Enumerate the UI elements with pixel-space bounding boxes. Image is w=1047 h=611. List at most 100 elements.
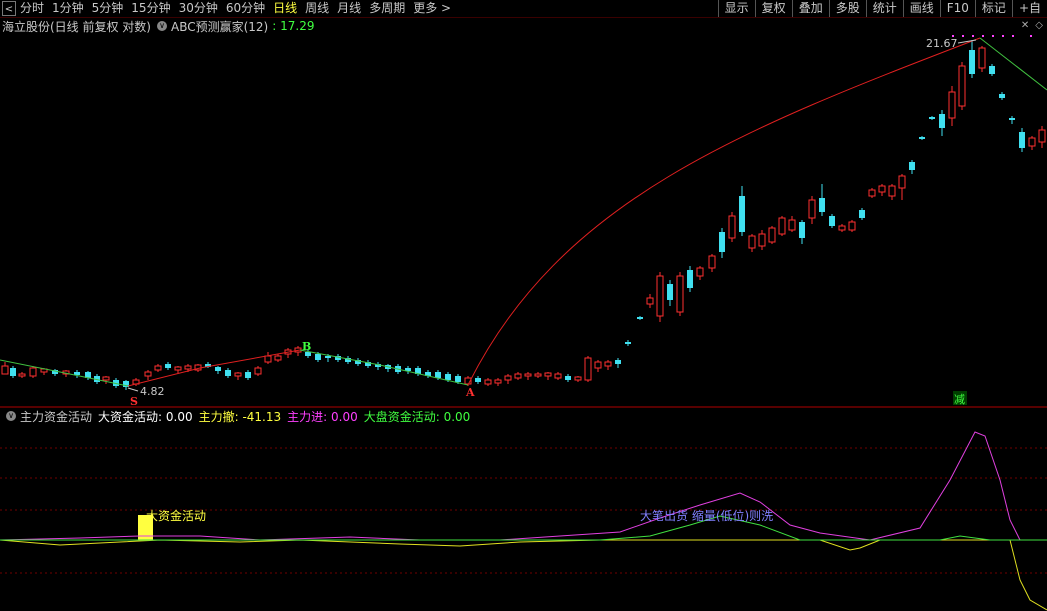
candle [739,186,745,236]
abc-curve-red [467,37,981,386]
candle [978,46,986,72]
candle [656,272,664,322]
candle [554,372,562,380]
candle [1009,116,1015,124]
candle [859,208,865,220]
candle [929,116,935,120]
candle [524,372,532,380]
sub-value-3: 大盘资金活动: 0.00 [363,409,471,424]
annotation-big-fund: 大资金活动 [146,508,206,523]
candle [514,372,522,380]
candle [808,196,816,224]
candle [10,366,16,378]
candle [939,110,945,136]
candle [18,372,26,378]
marker-s: S [130,395,138,408]
candle [788,216,796,232]
candle [898,174,906,200]
candle [274,354,282,362]
chevron-down-icon[interactable]: ∨ [6,411,16,421]
annotation-sell: 大笔出货 缩量(低位)则洗 [640,508,773,523]
low-label: 4.82 [140,385,165,398]
candle [778,216,786,236]
candle [758,230,766,250]
candle [254,366,262,376]
candle [868,188,876,198]
candle [719,228,725,258]
candle [799,220,805,244]
candle [144,370,152,380]
candle [345,356,351,364]
candle [708,254,716,272]
candle [355,358,361,366]
candle [829,214,835,228]
candlesticks [1,40,1046,390]
marker-jian: 减 [954,393,965,406]
candle [534,372,542,378]
candle [1038,126,1046,148]
candle [154,364,162,372]
candle [989,64,995,76]
candle [484,378,492,386]
price-chart[interactable]: 21.67 4.82 B A S 减 大资金活动 大笔出货 缩量(低位)则洗 [0,0,1047,611]
candle [687,266,693,292]
candle [646,294,654,308]
candle [215,366,221,374]
candle [245,370,251,380]
candle [728,212,736,242]
sub-line-magenta [0,431,1047,541]
candle [637,316,643,320]
sub-indicator-name[interactable]: 主力资金活动 [20,408,92,425]
candle [29,366,37,378]
candle [888,184,896,200]
candle [574,376,582,382]
candle [475,376,481,384]
candle [768,226,776,244]
sub-value-1: 主力撤: -41.13 [198,409,282,424]
ma-line-green-2 [299,349,469,386]
candle [494,378,502,386]
candle [365,360,371,368]
candle [504,374,512,384]
candle [1019,128,1025,152]
sub-indicator-bar: ∨ 主力资金活动 大资金活动: 0.00 主力撤: -41.13 主力进: 0.00… [0,408,476,424]
candle [1,362,9,375]
ma-line-red-1 [127,349,301,387]
candle [919,136,925,140]
candle [565,374,571,382]
candle [74,370,80,378]
candle [625,340,631,346]
sub-line-yellow [0,539,1047,611]
candle [878,184,886,196]
candle [544,372,552,380]
candle [604,360,612,370]
top-dots [952,35,1032,37]
candle [52,369,58,376]
candle [165,362,171,370]
candle [234,372,242,380]
candle [958,62,966,110]
candle [615,358,621,368]
sub-value-2: 主力进: 0.00 [287,409,358,424]
candle [584,356,592,382]
candle [1028,136,1036,150]
candle [667,280,673,306]
candle [385,364,391,372]
candle [819,184,825,216]
candle [909,160,915,174]
ma-line-green-3 [979,37,1047,91]
candle [375,362,381,370]
candle [676,272,684,316]
candle [969,40,975,78]
candle [999,92,1005,100]
candle [405,366,411,374]
marker-b: B [302,340,311,353]
high-label: 21.67 [926,37,958,50]
candle [838,224,846,232]
sub-value-0: 大资金活动: 0.00 [98,409,193,424]
ma-line-green-left [0,359,129,387]
candle [594,360,602,372]
candle [696,266,704,280]
candle [948,86,956,126]
candle [102,376,110,384]
